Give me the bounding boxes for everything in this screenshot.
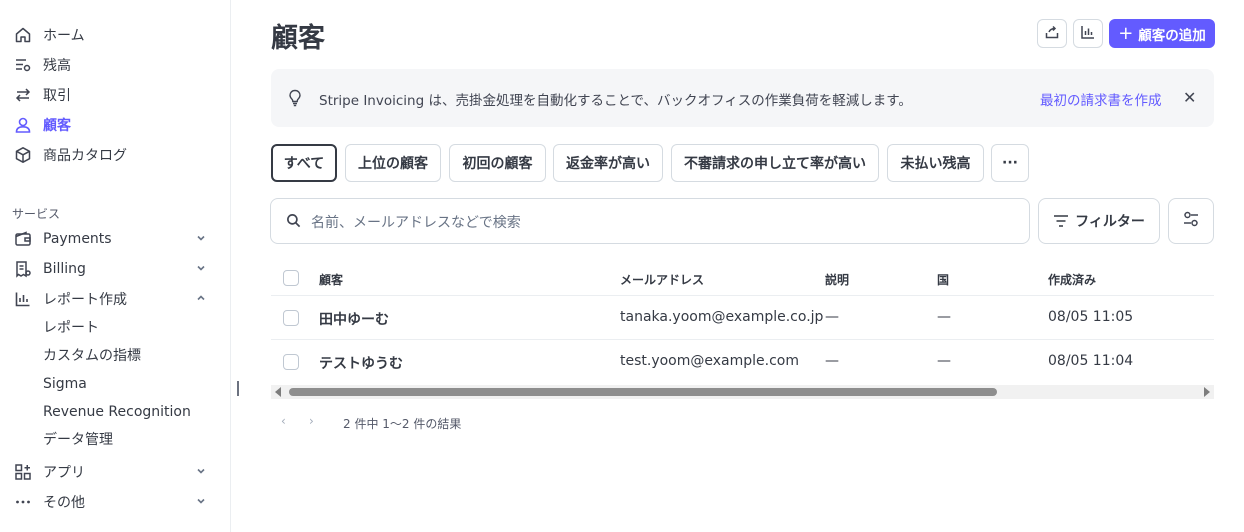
filter-chip-top-customers[interactable]: 上位の顧客	[345, 144, 441, 182]
chevron-down-icon	[195, 495, 207, 511]
banner-message: Stripe Invoicing は、売掛金処理を自動化することで、バックオフィ…	[319, 93, 912, 109]
billing-icon	[13, 259, 33, 279]
sidebar-item-label: 残高	[43, 58, 71, 74]
sidebar-item-customers[interactable]: 顧客	[13, 113, 213, 137]
customer-created: 08/05 11:05	[1048, 309, 1134, 325]
sidebar-item-reports[interactable]: レポート作成	[13, 287, 213, 311]
sidebar-item-more[interactable]: その他	[13, 490, 213, 514]
sidebar-item-product-catalog[interactable]: 商品カタログ	[13, 143, 213, 167]
create-invoice-link[interactable]: 最初の請求書を作成	[1040, 89, 1162, 109]
sidebar-item-label: その他	[43, 495, 85, 511]
filter-chip-outstanding-balance[interactable]: 未払い残高	[887, 144, 984, 182]
sidebar-subitem-data-management[interactable]: データ管理	[43, 429, 113, 449]
chevron-down-icon	[195, 232, 207, 248]
filter-chip-all[interactable]: すべて	[271, 144, 337, 182]
sidebar-item-apps[interactable]: アプリ	[13, 460, 213, 484]
row-checkbox[interactable]	[283, 310, 299, 326]
sidebar-subitem-custom-metrics[interactable]: カスタムの指標	[43, 345, 141, 365]
sidebar-item-billing[interactable]: Billing	[13, 257, 213, 281]
row-checkbox[interactable]	[283, 354, 299, 370]
customer-country: —	[937, 353, 951, 369]
filter-chip-high-dispute-rate[interactable]: 不審請求の申し立て率が高い	[671, 144, 879, 182]
select-all-checkbox[interactable]	[283, 270, 299, 286]
export-button[interactable]	[1037, 19, 1067, 48]
filter-chip-high-refund-rate[interactable]: 返金率が高い	[553, 144, 663, 182]
export-icon	[1044, 24, 1060, 44]
customer-country: —	[937, 309, 951, 325]
next-page-button[interactable]: ›	[309, 414, 314, 428]
sidebar-item-home[interactable]: ホーム	[13, 23, 213, 47]
sliders-icon	[1182, 210, 1200, 232]
sidebar-item-label: ホーム	[43, 28, 85, 44]
page-title: 顧客	[271, 23, 325, 54]
filter-chip-first-time-customers[interactable]: 初回の顧客	[449, 144, 546, 182]
result-count: 2 件中 1〜2 件の結果	[343, 417, 462, 431]
search-box[interactable]: 名前、メールアドレスなどで検索	[270, 198, 1030, 244]
scrollbar-thumb[interactable]	[289, 388, 997, 396]
scroll-left-arrow-icon[interactable]	[275, 387, 281, 397]
filter-icon	[1053, 214, 1069, 228]
table-row[interactable]: テストゆうむ test.yoom@example.com — — 08/05 1…	[271, 340, 1214, 384]
column-header-customer[interactable]: 顧客	[319, 271, 343, 288]
sidebar-item-label: 顧客	[43, 118, 71, 134]
chevron-up-icon	[195, 292, 207, 308]
transactions-icon	[13, 85, 33, 105]
customer-description: —	[825, 309, 839, 325]
sidebar-item-label: Payments	[43, 231, 112, 247]
chevron-down-icon	[195, 262, 207, 278]
sidebar-item-payments[interactable]: Payments	[13, 227, 213, 251]
sidebar-item-label: 商品カタログ	[43, 148, 127, 164]
plus-icon: +	[1118, 22, 1134, 44]
user-icon	[13, 115, 33, 135]
wallet-icon	[13, 229, 33, 249]
analytics-button[interactable]	[1073, 19, 1103, 48]
apps-icon	[13, 462, 33, 482]
chevron-down-icon	[195, 465, 207, 481]
search-icon	[286, 213, 301, 232]
table-row[interactable]: 田中ゆーむ tanaka.yoom@example.co.jp — — 08/0…	[271, 296, 1214, 340]
customer-name[interactable]: 田中ゆーむ	[319, 309, 389, 329]
sidebar-item-label: Billing	[43, 261, 86, 277]
section-heading-services: サービス	[12, 207, 61, 221]
lightbulb-icon	[287, 89, 303, 111]
sidebar-subitem-sigma[interactable]: Sigma	[43, 374, 87, 394]
customer-email: test.yoom@example.com	[620, 353, 799, 369]
column-header-description[interactable]: 説明	[825, 271, 849, 288]
column-header-email[interactable]: メールアドレス	[620, 271, 704, 288]
cube-icon	[13, 145, 33, 165]
more-dots-icon	[13, 492, 33, 512]
sidebar-item-balance[interactable]: 残高	[13, 53, 213, 77]
sidebar-subitem-revenue-recognition[interactable]: Revenue Recognition	[43, 402, 191, 422]
filter-button[interactable]: フィルター	[1038, 198, 1160, 244]
sidebar: ホーム 残高 取引 顧客 商品カタログ サービス Payments Billin…	[0, 0, 231, 532]
customer-description: —	[825, 353, 839, 369]
sidebar-item-label: レポート作成	[43, 292, 127, 308]
previous-page-button[interactable]: ‹	[281, 414, 286, 428]
horizontal-scrollbar[interactable]	[271, 385, 1214, 399]
column-settings-button[interactable]	[1168, 198, 1214, 244]
add-customer-button[interactable]: + 顧客の追加	[1109, 19, 1215, 48]
sidebar-resize-handle[interactable]	[237, 381, 239, 396]
bar-chart-icon	[13, 289, 33, 309]
table-header-row: 顧客 メールアドレス 説明 国 作成済み	[271, 262, 1214, 296]
filter-button-label: フィルター	[1075, 214, 1145, 230]
sidebar-item-label: アプリ	[43, 465, 85, 481]
customer-name[interactable]: テストゆうむ	[319, 353, 403, 373]
column-header-created[interactable]: 作成済み	[1048, 271, 1096, 288]
home-icon	[13, 25, 33, 45]
bar-chart-icon	[1080, 24, 1096, 44]
close-icon[interactable]: ✕	[1183, 89, 1196, 107]
column-header-country[interactable]: 国	[937, 271, 949, 288]
scroll-right-arrow-icon[interactable]	[1204, 387, 1210, 397]
sidebar-item-transactions[interactable]: 取引	[13, 83, 213, 107]
info-banner: Stripe Invoicing は、売掛金処理を自動化することで、バックオフィ…	[271, 69, 1214, 127]
search-input[interactable]: 名前、メールアドレスなどで検索	[311, 212, 521, 232]
customer-email: tanaka.yoom@example.co.jp	[620, 309, 824, 325]
more-filters-button[interactable]: ···	[991, 144, 1029, 182]
sidebar-subitem-reports[interactable]: レポート	[43, 317, 99, 337]
add-customer-label: 顧客の追加	[1138, 27, 1206, 44]
customer-created: 08/05 11:04	[1048, 353, 1134, 369]
balance-icon	[13, 55, 33, 75]
sidebar-item-label: 取引	[43, 88, 71, 104]
